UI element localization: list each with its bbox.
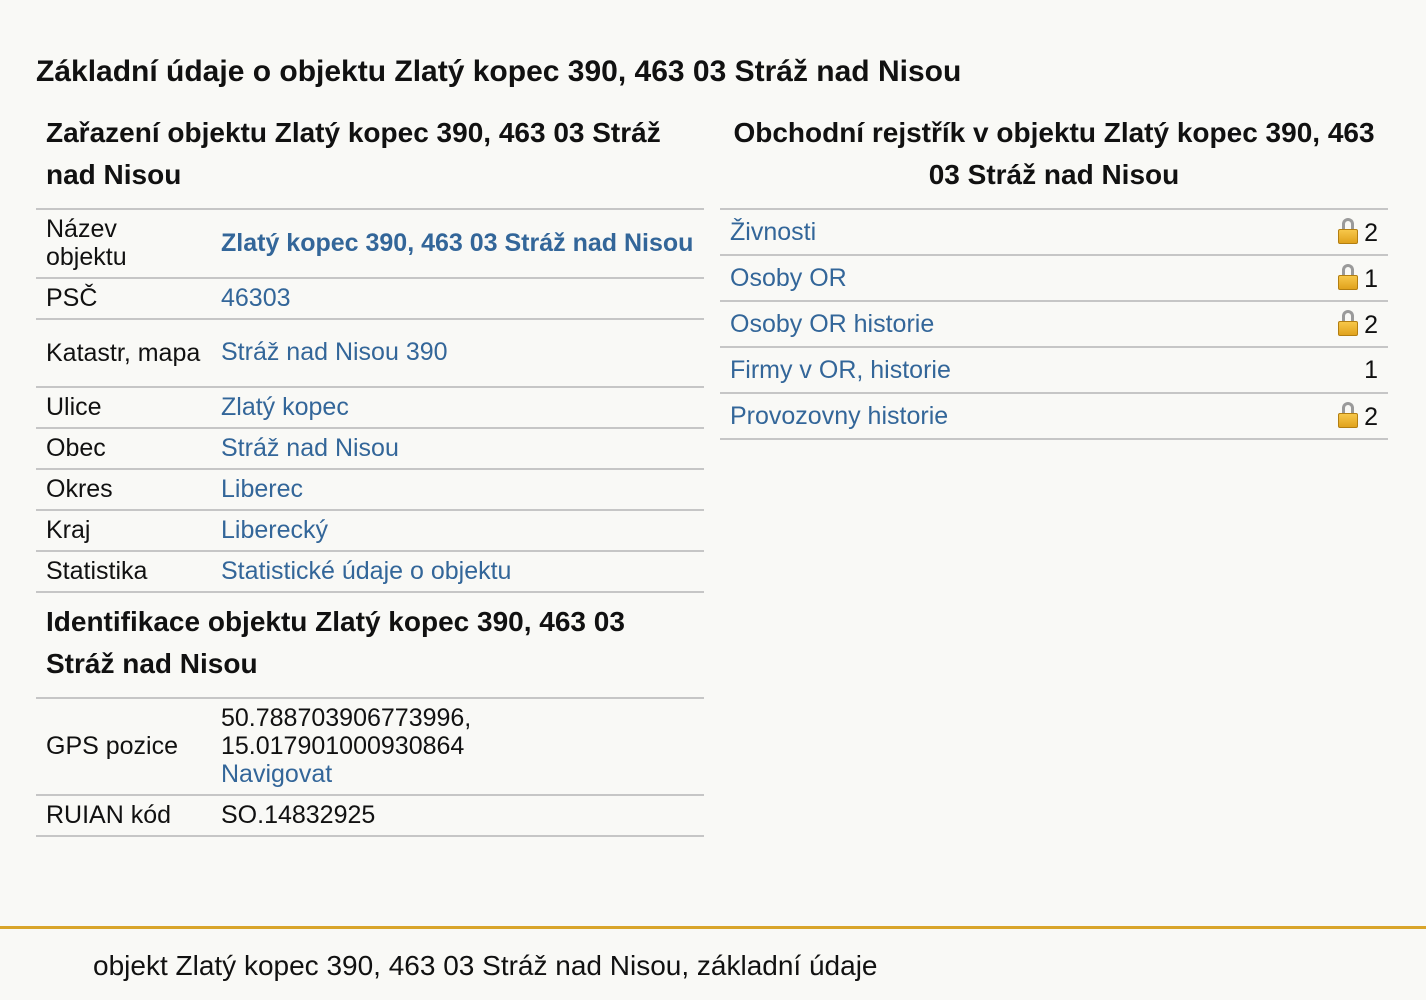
count-value: 1 bbox=[1364, 264, 1378, 293]
ulice-link[interactable]: Zlatý kopec bbox=[221, 393, 349, 421]
identifikace-table: GPS pozice 50.788703906773996, 15.017901… bbox=[36, 697, 704, 837]
object-name-link[interactable]: Zlatý kopec 390, 463 03 Stráž nad Nisou bbox=[221, 229, 693, 257]
zarazeni-heading: Zařazení objektu Zlatý kopec 390, 463 03… bbox=[46, 117, 661, 190]
lock-icon bbox=[1338, 309, 1359, 336]
ruian-value: SO.14832925 bbox=[211, 795, 704, 837]
table-row: Okres Liberec bbox=[36, 469, 704, 511]
table-row: Osoby OR historie 2 bbox=[720, 301, 1388, 348]
gps-longitude: 15.017901000930864 bbox=[221, 732, 465, 760]
table-row: Provozovny historie 2 bbox=[720, 393, 1388, 440]
firmy-v-or-historie-link[interactable]: Firmy v OR, historie bbox=[730, 356, 951, 384]
count-value: 2 bbox=[1364, 402, 1378, 431]
table-row: RUIAN kód SO.14832925 bbox=[36, 795, 704, 837]
count-value: 1 bbox=[1364, 356, 1378, 384]
right-column: Obchodní rejstřík v objektu Zlatý kopec … bbox=[720, 112, 1388, 440]
osoby-or-link[interactable]: Osoby OR bbox=[730, 264, 847, 292]
table-row: Kraj Liberecký bbox=[36, 510, 704, 552]
table-row: PSČ 46303 bbox=[36, 278, 704, 320]
rejstrik-table: Živnosti 2 Osoby OR 1 Osoby OR historie … bbox=[720, 208, 1388, 440]
count-value: 2 bbox=[1364, 310, 1378, 339]
row-label: Obec bbox=[36, 428, 211, 470]
zarazeni-table: Název objektu Zlatý kopec 390, 463 03 St… bbox=[36, 208, 704, 593]
lock-icon bbox=[1338, 217, 1359, 244]
row-label: Ulice bbox=[36, 387, 211, 429]
footer-text: objekt Zlatý kopec 390, 463 03 Stráž nad… bbox=[93, 950, 878, 981]
table-row: Firmy v OR, historie 1 bbox=[720, 347, 1388, 394]
page: Základní údaje o objektu Zlatý kopec 390… bbox=[0, 0, 1426, 1000]
gps-latitude: 50.788703906773996, bbox=[221, 704, 472, 732]
row-label: Okres bbox=[36, 469, 211, 511]
identifikace-heading: Identifikace objektu Zlatý kopec 390, 46… bbox=[46, 606, 625, 679]
okres-link[interactable]: Liberec bbox=[221, 475, 303, 503]
provozovny-historie-link[interactable]: Provozovny historie bbox=[730, 402, 948, 430]
left-column: Zařazení objektu Zlatý kopec 390, 463 03… bbox=[36, 112, 704, 837]
navigate-link[interactable]: Navigovat bbox=[221, 760, 332, 788]
row-label: Katastr, mapa bbox=[36, 319, 211, 388]
lock-icon bbox=[1338, 401, 1359, 428]
zivnosti-link[interactable]: Živnosti bbox=[730, 218, 816, 246]
table-row: Obec Stráž nad Nisou bbox=[36, 428, 704, 470]
obec-link[interactable]: Stráž nad Nisou bbox=[221, 434, 399, 462]
statistika-link[interactable]: Statistické údaje o objektu bbox=[221, 557, 511, 585]
count-value: 2 bbox=[1364, 218, 1378, 247]
row-label: Kraj bbox=[36, 510, 211, 552]
footer-divider bbox=[0, 926, 1426, 929]
table-row: Statistika Statistické údaje o objektu bbox=[36, 551, 704, 593]
table-row: Ulice Zlatý kopec bbox=[36, 387, 704, 429]
psc-link[interactable]: 46303 bbox=[221, 284, 291, 312]
page-title: Základní údaje o objektu Zlatý kopec 390… bbox=[36, 55, 962, 88]
gps-label: GPS pozice bbox=[36, 698, 211, 796]
row-label: PSČ bbox=[36, 278, 211, 320]
table-row: Živnosti 2 bbox=[720, 209, 1388, 256]
ruian-label: RUIAN kód bbox=[36, 795, 211, 837]
katastr-link[interactable]: Stráž nad Nisou 390 bbox=[221, 338, 448, 366]
kraj-link[interactable]: Liberecký bbox=[221, 516, 328, 544]
table-row: Název objektu Zlatý kopec 390, 463 03 St… bbox=[36, 209, 704, 279]
row-label: Název objektu bbox=[36, 209, 211, 279]
table-row: GPS pozice 50.788703906773996, 15.017901… bbox=[36, 698, 704, 796]
rejstrik-heading: Obchodní rejstřík v objektu Zlatý kopec … bbox=[733, 117, 1375, 190]
osoby-or-historie-link[interactable]: Osoby OR historie bbox=[730, 310, 934, 338]
row-label: Statistika bbox=[36, 551, 211, 593]
table-row: Osoby OR 1 bbox=[720, 255, 1388, 302]
lock-icon bbox=[1338, 263, 1359, 290]
table-row: Katastr, mapa Stráž nad Nisou 390 bbox=[36, 319, 704, 388]
